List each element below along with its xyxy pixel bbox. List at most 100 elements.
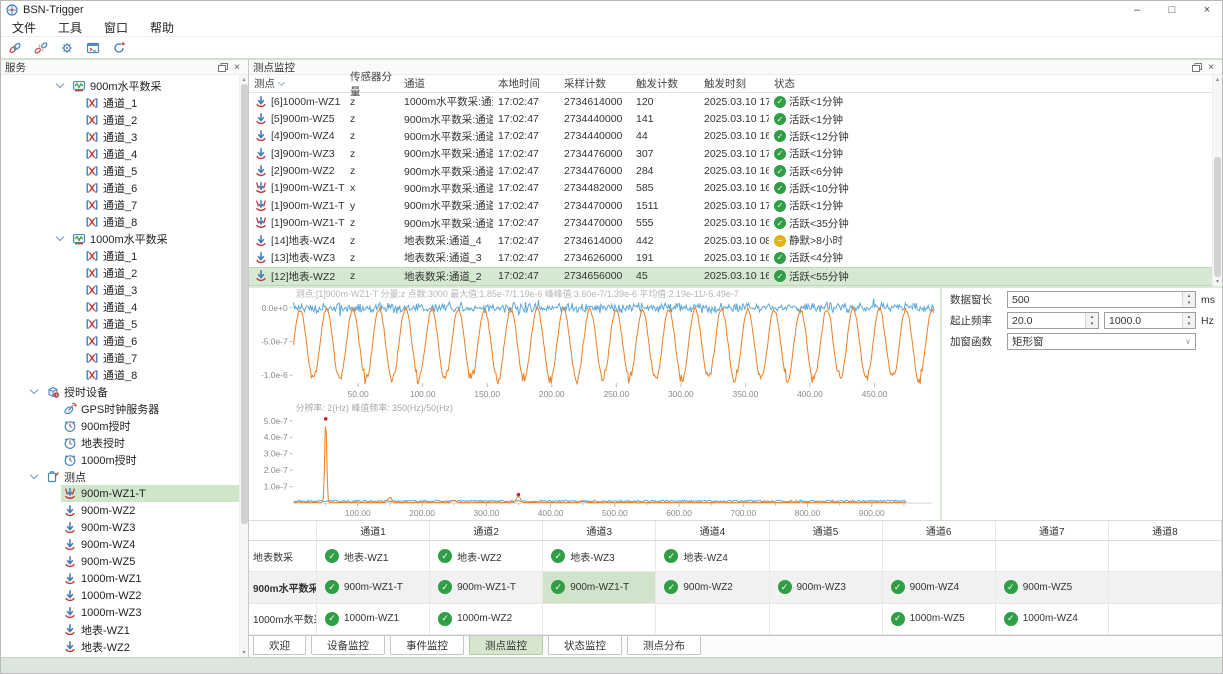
chevron-down-icon[interactable]	[30, 471, 38, 479]
table-row[interactable]: [3]900m-WZ3z900m水平数采:通道_517:02:472734476…	[249, 145, 1212, 162]
grid-cell[interactable]	[1109, 572, 1222, 602]
column-header-本地时间[interactable]: 本地时间	[493, 76, 559, 91]
chevron-down-icon[interactable]	[56, 80, 64, 88]
grid-cell[interactable]: ✓900m-WZ1-T	[430, 572, 543, 602]
table-row[interactable]: [4]900m-WZ4z900m水平数采:通道_617:02:472734440…	[249, 128, 1212, 145]
tree-item-GPS时钟服务器[interactable]: GPS时钟服务器	[1, 400, 248, 417]
settings-button[interactable]	[56, 38, 78, 57]
connect-button[interactable]	[4, 38, 26, 57]
column-header-触发计数[interactable]: 触发计数	[631, 76, 699, 91]
grid-cell[interactable]: ✓地表-WZ2	[430, 541, 543, 571]
tree-item-通道_5[interactable]: 通道_5	[1, 315, 248, 332]
tree-item-通道_1[interactable]: 通道_1	[1, 247, 248, 264]
spin-down-icon[interactable]: ▾	[1183, 321, 1195, 329]
grid-cell[interactable]	[543, 604, 656, 634]
table-row[interactable]: [2]900m-WZ2z900m水平数采:通道_417:02:472734476…	[249, 162, 1212, 179]
grid-cell[interactable]: ✓1000m-WZ1	[317, 604, 430, 634]
data-window-length-input[interactable]: 500 ▴ ▾	[1007, 291, 1196, 308]
tab-设备监控[interactable]: 设备监控	[311, 636, 385, 655]
console-button[interactable]	[82, 38, 104, 57]
tree-item-900m-WZ2[interactable]: 900m-WZ2	[1, 502, 248, 519]
tree-item-通道_4[interactable]: 通道_4	[1, 145, 248, 162]
grid-cell[interactable]: ✓1000m-WZ2	[430, 604, 543, 634]
disconnect-button[interactable]	[30, 38, 52, 57]
tree-item-900m-WZ4[interactable]: 900m-WZ4	[1, 536, 248, 553]
tree-item-1000m水平数采[interactable]: 1000m水平数采	[1, 230, 248, 247]
close-button[interactable]: ×	[1192, 1, 1222, 19]
table-scrollbar[interactable]: ▴ ▾	[1212, 75, 1222, 286]
close-panel-icon[interactable]: ×	[1204, 61, 1218, 74]
column-header-通道[interactable]: 通道	[399, 76, 493, 91]
maximize-button[interactable]: □	[1157, 1, 1187, 19]
tree-item-通道_6[interactable]: 通道_6	[1, 179, 248, 196]
table-row[interactable]: [1]900m-WZ1-Ty900m水平数采:通道_217:02:4727344…	[249, 197, 1212, 214]
tree-item-通道_3[interactable]: 通道_3	[1, 128, 248, 145]
scroll-down-icon[interactable]: ▾	[1216, 277, 1219, 286]
table-row[interactable]: [12]地表-WZ2z地表数采:通道_217:02:47273465600045…	[249, 267, 1212, 286]
tree-item-通道_6[interactable]: 通道_6	[1, 332, 248, 349]
grid-cell[interactable]: ✓900m-WZ1-T	[317, 572, 430, 602]
sidebar-scrollbar[interactable]: ▴ ▾	[239, 75, 248, 657]
scroll-up-icon[interactable]: ▴	[1216, 75, 1219, 84]
tree-item-通道_2[interactable]: 通道_2	[1, 111, 248, 128]
tree-item-1000m-WZ2[interactable]: 1000m-WZ2	[1, 587, 248, 604]
window-function-select[interactable]: 矩形窗 ∨	[1007, 333, 1196, 350]
scrollbar-thumb[interactable]	[1214, 157, 1221, 277]
menu-help[interactable]: 帮助	[139, 19, 185, 36]
column-header-状态[interactable]: 状态	[769, 76, 1212, 91]
tree-item-通道_8[interactable]: 通道_8	[1, 213, 248, 230]
tree-item-测点[interactable]: 测点	[1, 468, 248, 485]
grid-cell[interactable]: ✓1000m-WZ5	[883, 604, 996, 634]
chevron-down-icon[interactable]	[56, 233, 64, 241]
menu-window[interactable]: 窗口	[93, 19, 139, 36]
grid-cell[interactable]	[1109, 541, 1222, 571]
restart-button[interactable]	[108, 38, 130, 57]
tree-item-通道_7[interactable]: 通道_7	[1, 196, 248, 213]
tab-状态监控[interactable]: 状态监控	[548, 636, 622, 655]
grid-cell[interactable]: ✓900m-WZ3	[770, 572, 883, 602]
menu-file[interactable]: 文件	[1, 19, 47, 36]
tab-欢迎[interactable]: 欢迎	[253, 636, 306, 655]
tree-item-1000m授时[interactable]: 1000m授时	[1, 451, 248, 468]
menu-tools[interactable]: 工具	[47, 19, 93, 36]
scroll-down-icon[interactable]: ▾	[242, 648, 245, 657]
column-header-测点[interactable]: 测点	[249, 76, 345, 91]
tab-测点监控[interactable]: 测点监控	[469, 636, 543, 655]
float-panel-icon[interactable]	[216, 61, 230, 74]
grid-cell[interactable]	[996, 541, 1109, 571]
frequency-range-input-1[interactable]: 20.0 ▴ ▾	[1007, 312, 1099, 329]
table-row[interactable]: [13]地表-WZ3z地表数采:通道_317:02:47273462600019…	[249, 249, 1212, 266]
grid-cell[interactable]: ✓900m-WZ4	[883, 572, 996, 602]
tree-item-通道_7[interactable]: 通道_7	[1, 349, 248, 366]
table-row[interactable]: [6]1000m-WZ1z1000m水平数采:通道_117:02:4727346…	[249, 93, 1212, 110]
table-row[interactable]: [1]900m-WZ1-Tx900m水平数采:通道_117:02:4727344…	[249, 180, 1212, 197]
tree-item-900m-WZ1-T[interactable]: 900m-WZ1-T	[1, 485, 248, 502]
table-row[interactable]: [14]地表-WZ4z地表数采:通道_417:02:47273461400044…	[249, 232, 1212, 249]
grid-cell[interactable]: ✓900m-WZ2	[656, 572, 769, 602]
grid-cell[interactable]	[770, 541, 883, 571]
scroll-up-icon[interactable]: ▴	[242, 75, 245, 84]
spin-down-icon[interactable]: ▾	[1086, 321, 1098, 329]
chevron-down-icon[interactable]	[30, 386, 38, 394]
tree-item-1000m-WZ3[interactable]: 1000m-WZ3	[1, 604, 248, 621]
tree-item-通道_2[interactable]: 通道_2	[1, 264, 248, 281]
tree-item-900m授时[interactable]: 900m授时	[1, 417, 248, 434]
grid-cell[interactable]	[1109, 604, 1222, 634]
spin-up-icon[interactable]: ▴	[1183, 292, 1195, 300]
scrollbar-thumb[interactable]	[241, 84, 248, 524]
tree-item-通道_8[interactable]: 通道_8	[1, 366, 248, 383]
tree-item-授时设备[interactable]: 授时设备	[1, 383, 248, 400]
tab-测点分布[interactable]: 测点分布	[627, 636, 701, 655]
frequency-range-input-2[interactable]: 1000.0 ▴ ▾	[1104, 312, 1196, 329]
grid-cell[interactable]: ✓地表-WZ3	[543, 541, 656, 571]
tree-item-900m-WZ3[interactable]: 900m-WZ3	[1, 519, 248, 536]
spin-up-icon[interactable]: ▴	[1183, 313, 1195, 321]
grid-cell[interactable]: ✓地表-WZ1	[317, 541, 430, 571]
tree-item-通道_5[interactable]: 通道_5	[1, 162, 248, 179]
tree-item-通道_3[interactable]: 通道_3	[1, 281, 248, 298]
spin-up-icon[interactable]: ▴	[1086, 313, 1098, 321]
close-panel-icon[interactable]: ×	[230, 61, 244, 74]
grid-cell[interactable]	[883, 541, 996, 571]
tree-item-1000m-WZ1[interactable]: 1000m-WZ1	[1, 570, 248, 587]
tree-item-通道_4[interactable]: 通道_4	[1, 298, 248, 315]
